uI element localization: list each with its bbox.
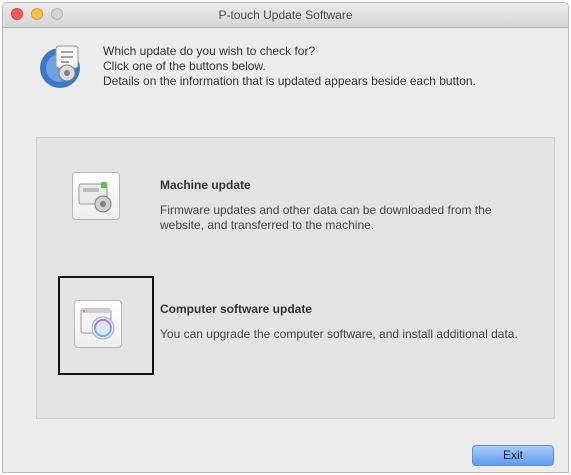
machine-update-icon xyxy=(78,182,112,213)
window-title: P-touch Update Software xyxy=(218,8,353,22)
instruction-line-2: Click one of the buttons below. xyxy=(103,59,266,73)
instruction-line-3: Details on the information that is updat… xyxy=(103,74,476,88)
instructions: Which update do you wish to check for? C… xyxy=(103,44,543,89)
machine-update-description: Firmware updates and other data can be d… xyxy=(160,203,492,232)
instruction-line-1: Which update do you wish to check for? xyxy=(103,44,316,58)
computer-software-update-title: Computer software update xyxy=(160,302,313,316)
selection-highlight xyxy=(58,276,154,375)
computer-software-update-description: You can upgrade the computer software, a… xyxy=(160,327,518,341)
update-software-icon xyxy=(34,40,86,92)
title-bar: P-touch Update Software xyxy=(3,3,568,28)
machine-update-button[interactable] xyxy=(72,172,120,220)
exit-button[interactable]: Exit xyxy=(472,445,554,466)
machine-update-title: Machine update xyxy=(160,178,251,192)
